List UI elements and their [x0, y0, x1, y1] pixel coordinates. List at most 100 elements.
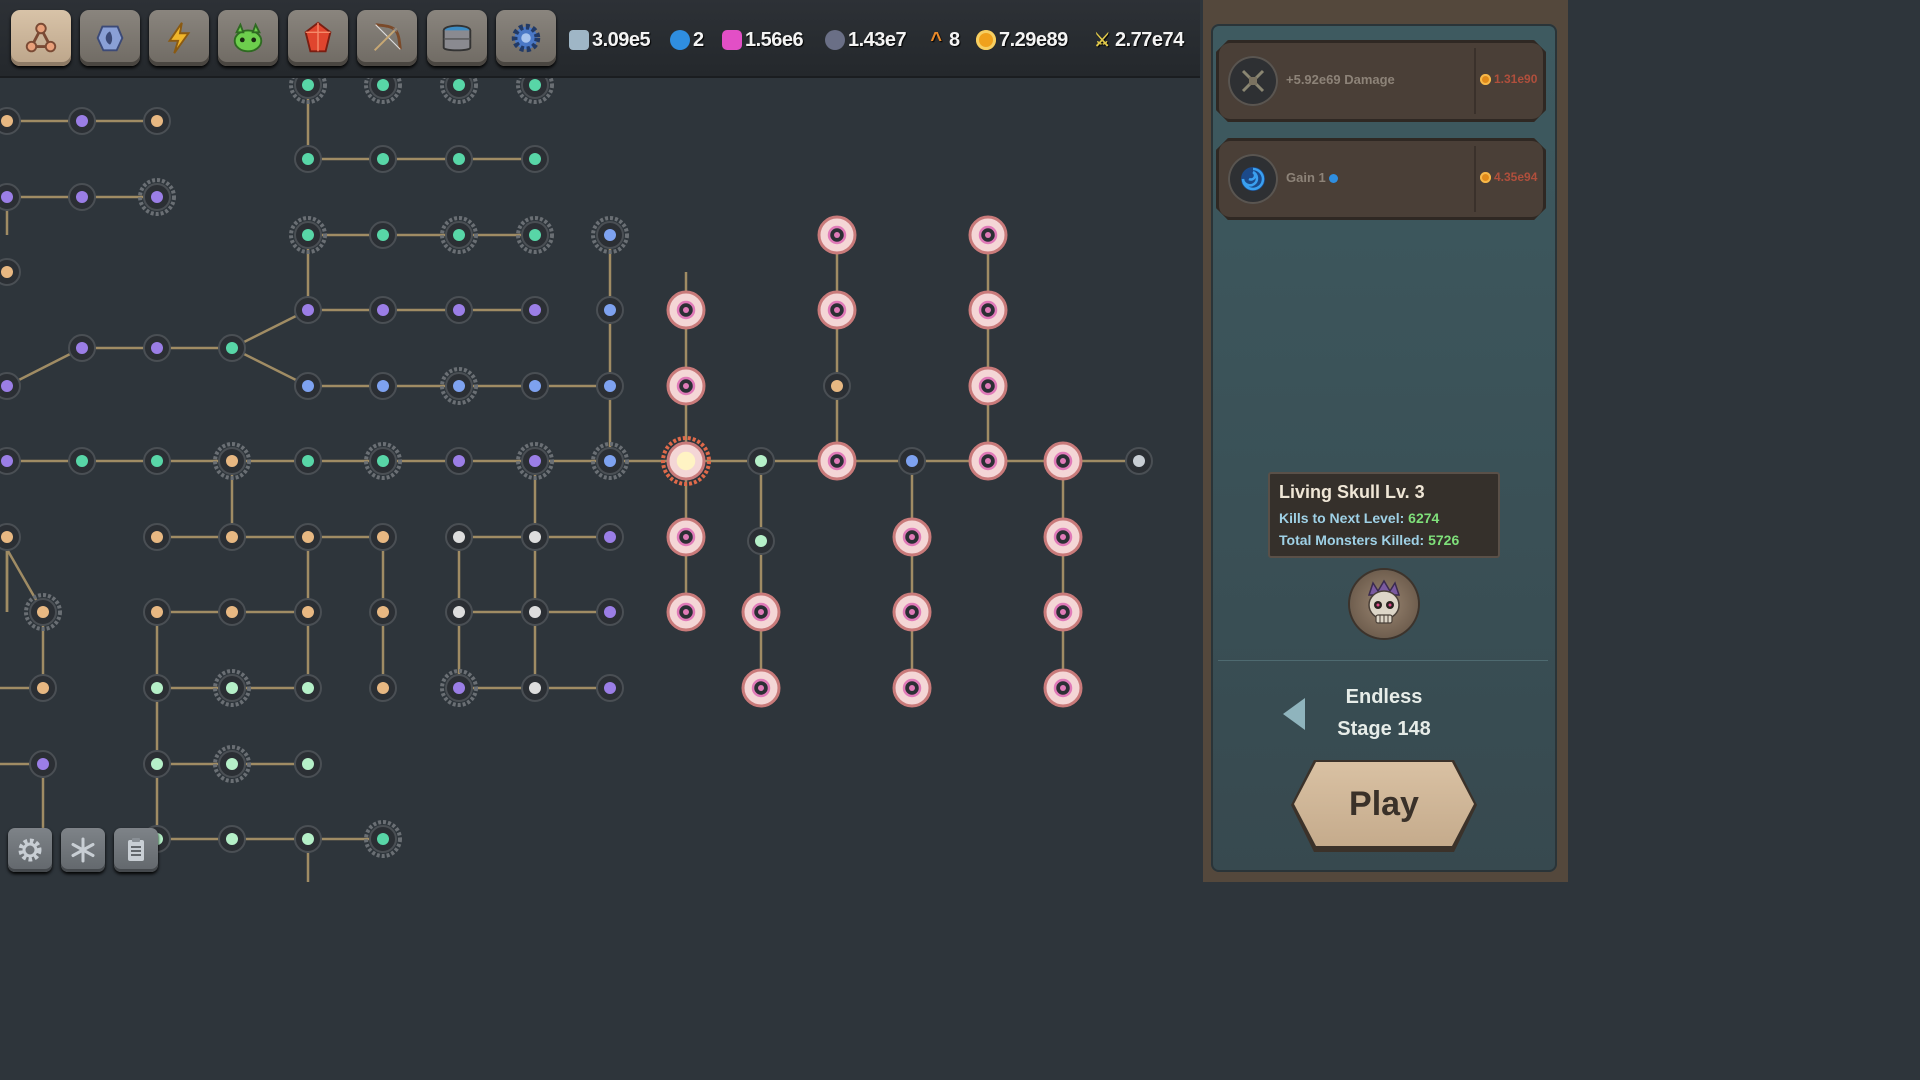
skill-node[interactable]	[440, 367, 478, 405]
bow-tab[interactable]	[357, 10, 417, 66]
skill-node[interactable]	[892, 517, 932, 557]
lightning-tab[interactable]	[149, 10, 209, 66]
effects-button[interactable]	[61, 828, 105, 872]
skill-node[interactable]	[741, 668, 781, 708]
skill-tree-graph[interactable]	[0, 78, 1200, 882]
skill-node[interactable]	[968, 441, 1008, 481]
skill-node[interactable]	[0, 447, 21, 475]
gear-tab[interactable]	[496, 10, 556, 66]
monster-portrait[interactable]	[1350, 570, 1418, 638]
skill-node[interactable]	[364, 820, 402, 858]
skill-node[interactable]	[666, 290, 706, 330]
skill-node[interactable]	[294, 825, 322, 853]
damage-upgrade[interactable]: +5.92e69 Damage 1.31e90	[1216, 40, 1546, 122]
skill-node[interactable]	[213, 442, 251, 480]
skill-node[interactable]	[0, 183, 21, 211]
skill-node[interactable]	[369, 221, 397, 249]
skill-node[interactable]	[596, 598, 624, 626]
skill-node[interactable]	[289, 216, 327, 254]
skill-node[interactable]	[364, 442, 402, 480]
skill-node[interactable]	[817, 290, 857, 330]
skill-node[interactable]	[817, 215, 857, 255]
skill-node[interactable]	[24, 593, 62, 631]
skill-node[interactable]	[521, 674, 549, 702]
skill-node[interactable]	[218, 825, 246, 853]
skill-node[interactable]	[596, 523, 624, 551]
skill-node[interactable]	[521, 523, 549, 551]
skill-node[interactable]	[968, 290, 1008, 330]
skill-node[interactable]	[294, 674, 322, 702]
skill-node[interactable]	[445, 523, 473, 551]
skill-node[interactable]	[892, 592, 932, 632]
skill-node[interactable]	[741, 592, 781, 632]
notes-button[interactable]	[114, 828, 158, 872]
skill-node[interactable]	[591, 442, 629, 480]
skill-node[interactable]	[596, 372, 624, 400]
skill-node[interactable]	[591, 216, 629, 254]
skill-node[interactable]	[445, 145, 473, 173]
settings-button[interactable]	[8, 828, 52, 872]
skill-node[interactable]	[143, 674, 171, 702]
skill-node[interactable]	[289, 78, 327, 104]
skill-node[interactable]	[68, 107, 96, 135]
well-tab[interactable]	[427, 10, 487, 66]
skill-node[interactable]	[68, 334, 96, 362]
skill-node[interactable]	[213, 745, 251, 783]
skill-node[interactable]	[445, 598, 473, 626]
skill-node[interactable]	[445, 296, 473, 324]
skill-node[interactable]	[747, 527, 775, 555]
skill-node[interactable]	[294, 296, 322, 324]
skill-tree-tab[interactable]	[11, 10, 71, 66]
skill-node[interactable]	[143, 598, 171, 626]
skill-node[interactable]	[218, 598, 246, 626]
skill-node[interactable]	[968, 366, 1008, 406]
skill-node[interactable]	[817, 441, 857, 481]
skill-node[interactable]	[68, 183, 96, 211]
skill-node[interactable]	[29, 674, 57, 702]
skill-node[interactable]	[516, 78, 554, 104]
skill-node[interactable]	[1043, 668, 1083, 708]
skill-node[interactable]	[143, 107, 171, 135]
play-button[interactable]: Play	[1294, 762, 1474, 846]
skill-node[interactable]	[521, 296, 549, 324]
skill-node[interactable]	[521, 145, 549, 173]
skill-node[interactable]	[823, 372, 851, 400]
skill-node[interactable]	[68, 447, 96, 475]
skill-node[interactable]	[364, 78, 402, 104]
skill-node[interactable]	[1125, 447, 1153, 475]
skill-node[interactable]	[143, 523, 171, 551]
skill-node[interactable]	[369, 145, 397, 173]
skill-node[interactable]	[143, 750, 171, 778]
skill-node[interactable]	[666, 366, 706, 406]
skill-node[interactable]	[0, 258, 21, 286]
skill-node[interactable]	[666, 592, 706, 632]
skill-node[interactable]	[294, 372, 322, 400]
skill-node[interactable]	[1043, 592, 1083, 632]
skill-node[interactable]	[0, 107, 21, 135]
skill-node[interactable]	[138, 178, 176, 216]
skill-node[interactable]	[968, 215, 1008, 255]
skill-node[interactable]	[1043, 441, 1083, 481]
skill-node[interactable]	[596, 296, 624, 324]
skill-node[interactable]	[294, 145, 322, 173]
skill-node[interactable]	[666, 517, 706, 557]
skill-node[interactable]	[369, 598, 397, 626]
rune-tab[interactable]	[80, 10, 140, 66]
skill-node[interactable]	[892, 668, 932, 708]
skill-node[interactable]	[516, 442, 554, 480]
skill-node[interactable]	[213, 669, 251, 707]
skill-node[interactable]	[521, 598, 549, 626]
skill-node[interactable]	[516, 216, 554, 254]
skill-node[interactable]	[369, 296, 397, 324]
skill-node[interactable]	[143, 447, 171, 475]
skill-node[interactable]	[369, 523, 397, 551]
skill-node[interactable]	[440, 669, 478, 707]
skill-node[interactable]	[596, 674, 624, 702]
skill-node[interactable]	[898, 447, 926, 475]
skill-node[interactable]	[521, 372, 549, 400]
gain-upgrade[interactable]: Gain 1 4.35e94	[1216, 138, 1546, 220]
skill-node[interactable]	[218, 334, 246, 362]
skill-node[interactable]	[0, 372, 21, 400]
skill-tree-canvas[interactable]	[0, 78, 1200, 882]
skill-node[interactable]	[0, 523, 21, 551]
